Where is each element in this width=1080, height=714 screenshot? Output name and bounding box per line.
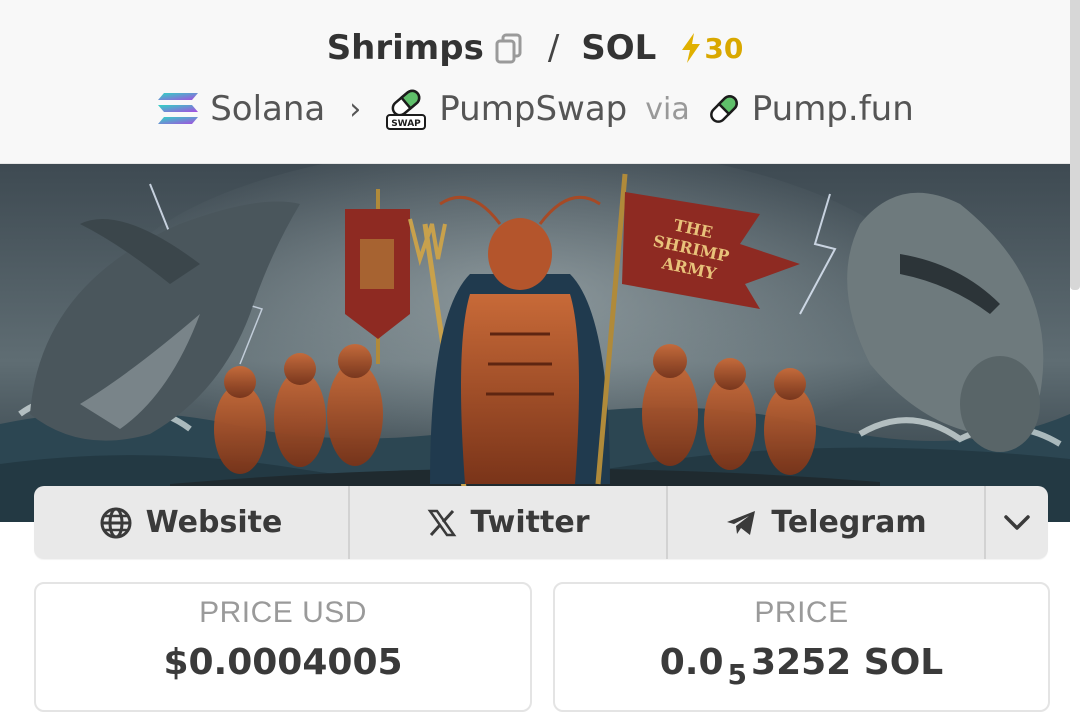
twitter-button[interactable]: Twitter — [350, 486, 668, 559]
pair-separator: / — [547, 28, 560, 68]
telegram-button[interactable]: Telegram — [668, 486, 986, 559]
copy-icon[interactable] — [494, 32, 524, 64]
price-usd-card: PRICE USD $0.0004005 — [34, 582, 532, 712]
solana-icon — [156, 91, 200, 127]
via-label: via — [645, 91, 690, 127]
price-native-value: 0.0 5 3252 SOL — [555, 642, 1048, 691]
pair-title: Shrimps / SOL 30 — [0, 24, 1070, 72]
price-zero-count: 5 — [727, 658, 748, 691]
token-banner-image: THE SHRIMP ARMY — [0, 164, 1070, 522]
social-links-bar: Website Twitter Telegram — [34, 486, 1048, 559]
price-digits: 3252 — [751, 642, 852, 683]
scrollbar[interactable] — [1070, 0, 1080, 290]
website-button[interactable]: Website — [34, 486, 350, 559]
x-logo-icon — [427, 509, 456, 536]
chain-network-link[interactable]: Solana — [210, 89, 325, 129]
pumpswap-icon: SWAP — [383, 86, 429, 132]
price-usd-value: $0.0004005 — [163, 642, 403, 683]
pumpfun-icon — [706, 91, 742, 127]
chevron-down-icon — [1004, 514, 1030, 530]
globe-icon — [100, 507, 132, 538]
dex-link[interactable]: PumpSwap — [439, 89, 627, 129]
chain-breadcrumb: Solana › SWAP PumpSwap via Pump.fun — [0, 86, 1070, 132]
base-token-symbol: Shrimps — [326, 28, 484, 68]
more-links-button[interactable] — [986, 486, 1048, 559]
chevron-right-icon: › — [349, 91, 362, 127]
website-label: Website — [145, 505, 283, 540]
pair-header: Shrimps / SOL 30 Solana › SWAP PumpSwap … — [0, 0, 1070, 164]
price-prefix: 0.0 — [659, 642, 724, 683]
launchpad-link[interactable]: Pump.fun — [752, 89, 914, 129]
price-native-label: PRICE — [754, 596, 849, 629]
twitter-label: Twitter — [470, 505, 590, 540]
telegram-label: Telegram — [771, 505, 927, 540]
price-native-card: PRICE 0.0 5 3252 SOL — [553, 582, 1050, 712]
lightning-icon — [682, 33, 701, 63]
boost-count: 30 — [704, 31, 744, 65]
quote-token-symbol: SOL — [581, 28, 657, 68]
boost-badge[interactable]: 30 — [680, 32, 743, 65]
price-usd-label: PRICE USD — [199, 596, 367, 629]
telegram-icon — [727, 510, 756, 535]
swap-badge-text: SWAP — [391, 119, 421, 129]
price-unit: SOL — [863, 642, 944, 683]
